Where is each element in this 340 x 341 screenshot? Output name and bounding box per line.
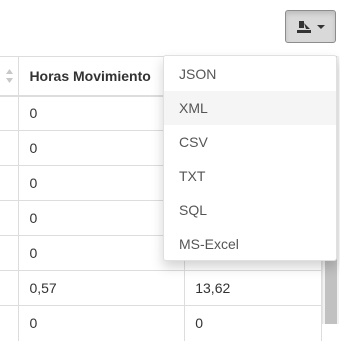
table-cell: 0 (18, 130, 186, 166)
export-menu-item-csv[interactable]: CSV (164, 125, 336, 159)
export-menu: JSON XML CSV TXT SQL MS-Excel (163, 55, 337, 261)
table-cell (0, 305, 20, 341)
table-cell (0, 200, 20, 236)
column-header-prev[interactable] (0, 56, 20, 97)
export-menu-item-txt[interactable]: TXT (164, 159, 336, 193)
table-cell: 0 (18, 200, 186, 236)
export-menu-item-sql[interactable]: SQL (164, 193, 336, 227)
table-cell (0, 165, 20, 201)
export-menu-item-ms-excel[interactable]: MS-Excel (164, 227, 336, 261)
export-dropdown-button[interactable] (285, 10, 336, 43)
table-cell (0, 270, 20, 306)
table-cell: 0 (184, 305, 322, 341)
table-row: 0,57 13,62 (0, 270, 322, 306)
column-header-horas-movimiento[interactable]: Horas Movimiento (18, 56, 186, 97)
table-cell (0, 235, 20, 271)
table-cell (0, 130, 20, 166)
export-menu-item-xml[interactable]: XML (164, 91, 336, 125)
table-cell: 0 (18, 165, 186, 201)
table-cell (0, 95, 20, 131)
export-icon (296, 19, 312, 34)
export-menu-item-json[interactable]: JSON (164, 57, 336, 91)
sort-icon (6, 69, 14, 83)
caret-down-icon (317, 25, 325, 29)
table-cell: 0 (18, 305, 186, 341)
table-row: 0 0 (0, 305, 322, 341)
table-cell: 0,57 (18, 270, 186, 306)
table-cell: 13,62 (184, 270, 322, 306)
table-cell: 0 (18, 95, 186, 131)
table-cell: 0 (18, 235, 186, 271)
